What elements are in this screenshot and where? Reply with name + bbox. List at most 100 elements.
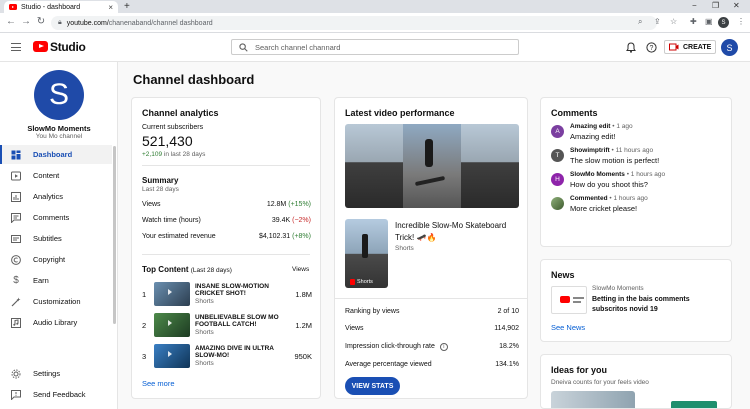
sidebar-item-label: Content: [33, 171, 60, 180]
window-close-icon[interactable]: ✕: [733, 1, 740, 10]
sidebar-item-earn[interactable]: $ Earn: [0, 271, 112, 290]
browser-menu-icon[interactable]: ⋮: [737, 17, 745, 26]
video-thumbnail[interactable]: [154, 282, 190, 306]
info-icon[interactable]: i: [439, 343, 448, 351]
comment-author: Amazing edit: [570, 123, 611, 130]
address-bar[interactable]: 🔒︎ youtube.com/ chanenaband/channel dash…: [51, 16, 657, 30]
stat-value: 18.2%: [499, 343, 519, 350]
new-tab-icon[interactable]: +: [124, 1, 130, 12]
rank: 2: [142, 320, 147, 330]
url-path: chanenaband/channel dashboard: [108, 19, 213, 27]
stat-value: 2 of 10: [497, 308, 519, 315]
top-content-row[interactable]: 2 UNBELIEVABLE SLOW MO FOOTBALL CATCH! Sh…: [142, 312, 312, 338]
sidebar-item-audio-library[interactable]: Audio Library: [0, 313, 112, 332]
comment-time: • 1 hours ago: [626, 171, 666, 178]
sidebar-item-copyright[interactable]: Copyright: [0, 250, 112, 269]
comments-list: A Amazing edit • 1 ago Amazing edit! T Sh…: [551, 123, 726, 219]
idea-thumbnail[interactable]: [551, 391, 635, 408]
latest-video-preview[interactable]: [345, 124, 519, 208]
metric-views-row[interactable]: Views 12.8M (+15%): [142, 201, 311, 208]
video-type: Shorts: [195, 328, 214, 336]
sidebar-item-feedback[interactable]: Send Feedback: [0, 385, 112, 404]
forward-icon[interactable]: →: [20, 16, 32, 27]
video-thumbnail[interactable]: [154, 344, 190, 368]
sidebar-item-customization[interactable]: Customization: [0, 292, 112, 311]
metric-label: Views: [142, 201, 161, 208]
comment-item[interactable]: T Showimptrift • 11 hours ago The slow mo…: [551, 147, 726, 165]
see-more-link[interactable]: See more: [142, 379, 175, 388]
dollar-icon: $: [13, 274, 19, 286]
tab-close-icon[interactable]: ×: [108, 3, 113, 12]
sidebar-item-dashboard[interactable]: Dashboard: [0, 145, 112, 164]
comment-item[interactable]: A Amazing edit • 1 ago Amazing edit!: [551, 123, 726, 141]
feedback-icon: [11, 389, 21, 400]
account-avatar[interactable]: S: [721, 39, 738, 56]
view-stats-button[interactable]: VIEW STATS: [345, 377, 400, 395]
news-thumbnail[interactable]: [551, 286, 587, 314]
side-panel-icon[interactable]: ▣: [705, 17, 713, 26]
extensions-icon[interactable]: ✚: [690, 17, 697, 26]
video-title: INSANE SLOW-MOTION CRICKET SHOT!: [195, 282, 269, 298]
sidebar-item-settings[interactable]: Settings: [0, 364, 112, 383]
help-icon[interactable]: ?: [646, 42, 657, 53]
comments-title: Comments: [551, 108, 598, 118]
sidebar-item-label: Customization: [33, 297, 81, 306]
divider: [142, 165, 310, 166]
metric-value: 12.8M (+15%): [266, 201, 311, 208]
browser-profile-avatar[interactable]: S: [718, 17, 729, 28]
top-content-row[interactable]: 1 INSANE SLOW-MOTION CRICKET SHOT! Shorts…: [142, 281, 312, 307]
top-content-title: Top Content: [142, 265, 189, 274]
studio-logo-text[interactable]: Studio: [50, 40, 86, 54]
comment-time: • 1 hours ago: [609, 195, 648, 202]
maximize-icon[interactable]: ❐: [712, 1, 719, 10]
comment-text: The slow motion is perfect!: [570, 156, 660, 165]
sidebar-scrollbar[interactable]: [113, 146, 116, 324]
latest-video-card: Latest video performance Shorts Incredib…: [334, 97, 528, 399]
channel-avatar[interactable]: S: [34, 70, 84, 120]
create-button[interactable]: CREATE: [664, 40, 717, 54]
hamburger-menu-icon[interactable]: [11, 43, 21, 54]
news-title: News: [551, 270, 575, 280]
commenter-avatar: A: [551, 125, 564, 138]
channel-search-input[interactable]: Search channel channard: [231, 39, 519, 55]
youtube-logo-icon[interactable]: [33, 41, 48, 52]
latest-video-thumbnail[interactable]: Shorts: [345, 219, 388, 288]
metric-revenue-row[interactable]: Your estimated revenue $4,102.31 (+8%): [142, 233, 311, 240]
stat-row-views: Views 114,902: [345, 325, 519, 332]
notifications-bell-icon[interactable]: [626, 42, 636, 53]
sidebar-item-subtitles[interactable]: Subtitles: [0, 229, 112, 248]
stat-label: Average percentage viewed: [345, 361, 432, 368]
latest-video-title[interactable]: Incredible Slow-Mo Skateboard Trick! 🛹🔥: [395, 220, 519, 244]
comment-item[interactable]: Commented • 1 hours ago More cricket plea…: [551, 195, 726, 213]
idea-thumbnail-secondary[interactable]: [671, 401, 717, 408]
minimize-icon[interactable]: −: [692, 1, 697, 10]
news-headline[interactable]: Betting in the bais comments subscritos …: [592, 295, 724, 315]
comment-author: SlowMo Moments: [570, 171, 625, 178]
zoom-icon[interactable]: ⌕: [638, 17, 642, 27]
ideas-subtitle: Dneiva counts for your feels video: [551, 379, 649, 386]
share-icon[interactable]: ⇪: [654, 17, 661, 26]
channel-name: SlowMo Moments: [27, 124, 91, 133]
browser-tab[interactable]: Studio - dashboard ×: [4, 1, 118, 13]
comment-item[interactable]: H SlowMo Moments • 1 hours ago How do you…: [551, 171, 726, 189]
sidebar-item-label: Comments: [33, 213, 70, 222]
video-thumbnail[interactable]: [154, 313, 190, 337]
comment-author: Commented: [570, 195, 608, 202]
content-icon: [11, 171, 21, 180]
summary-title: Summary: [142, 176, 179, 185]
see-news-link[interactable]: See News: [551, 323, 585, 332]
subscribers-change: +2,109 in last 28 days: [142, 151, 205, 158]
top-content-row[interactable]: 3 AMAZING DIVE IN ULTRA SLOW-MO! Shorts 9…: [142, 343, 312, 369]
bookmark-star-icon[interactable]: ☆: [670, 17, 677, 26]
rank: 3: [142, 351, 147, 361]
sidebar-item-analytics[interactable]: Analytics: [0, 187, 112, 206]
metric-delta: (−2%): [292, 217, 311, 224]
sidebar-item-label: Send Feedback: [33, 390, 86, 399]
metric-watch-time-row[interactable]: Watch time (hours) 39.4K (−2%): [142, 217, 311, 224]
sidebar-item-comments[interactable]: Comments: [0, 208, 112, 227]
back-icon[interactable]: ←: [5, 16, 17, 27]
ideas-title: Ideas for you: [551, 365, 608, 375]
sidebar-item-content[interactable]: Content: [0, 166, 112, 185]
reload-icon[interactable]: ↻: [35, 16, 47, 27]
news-line: [573, 297, 584, 299]
